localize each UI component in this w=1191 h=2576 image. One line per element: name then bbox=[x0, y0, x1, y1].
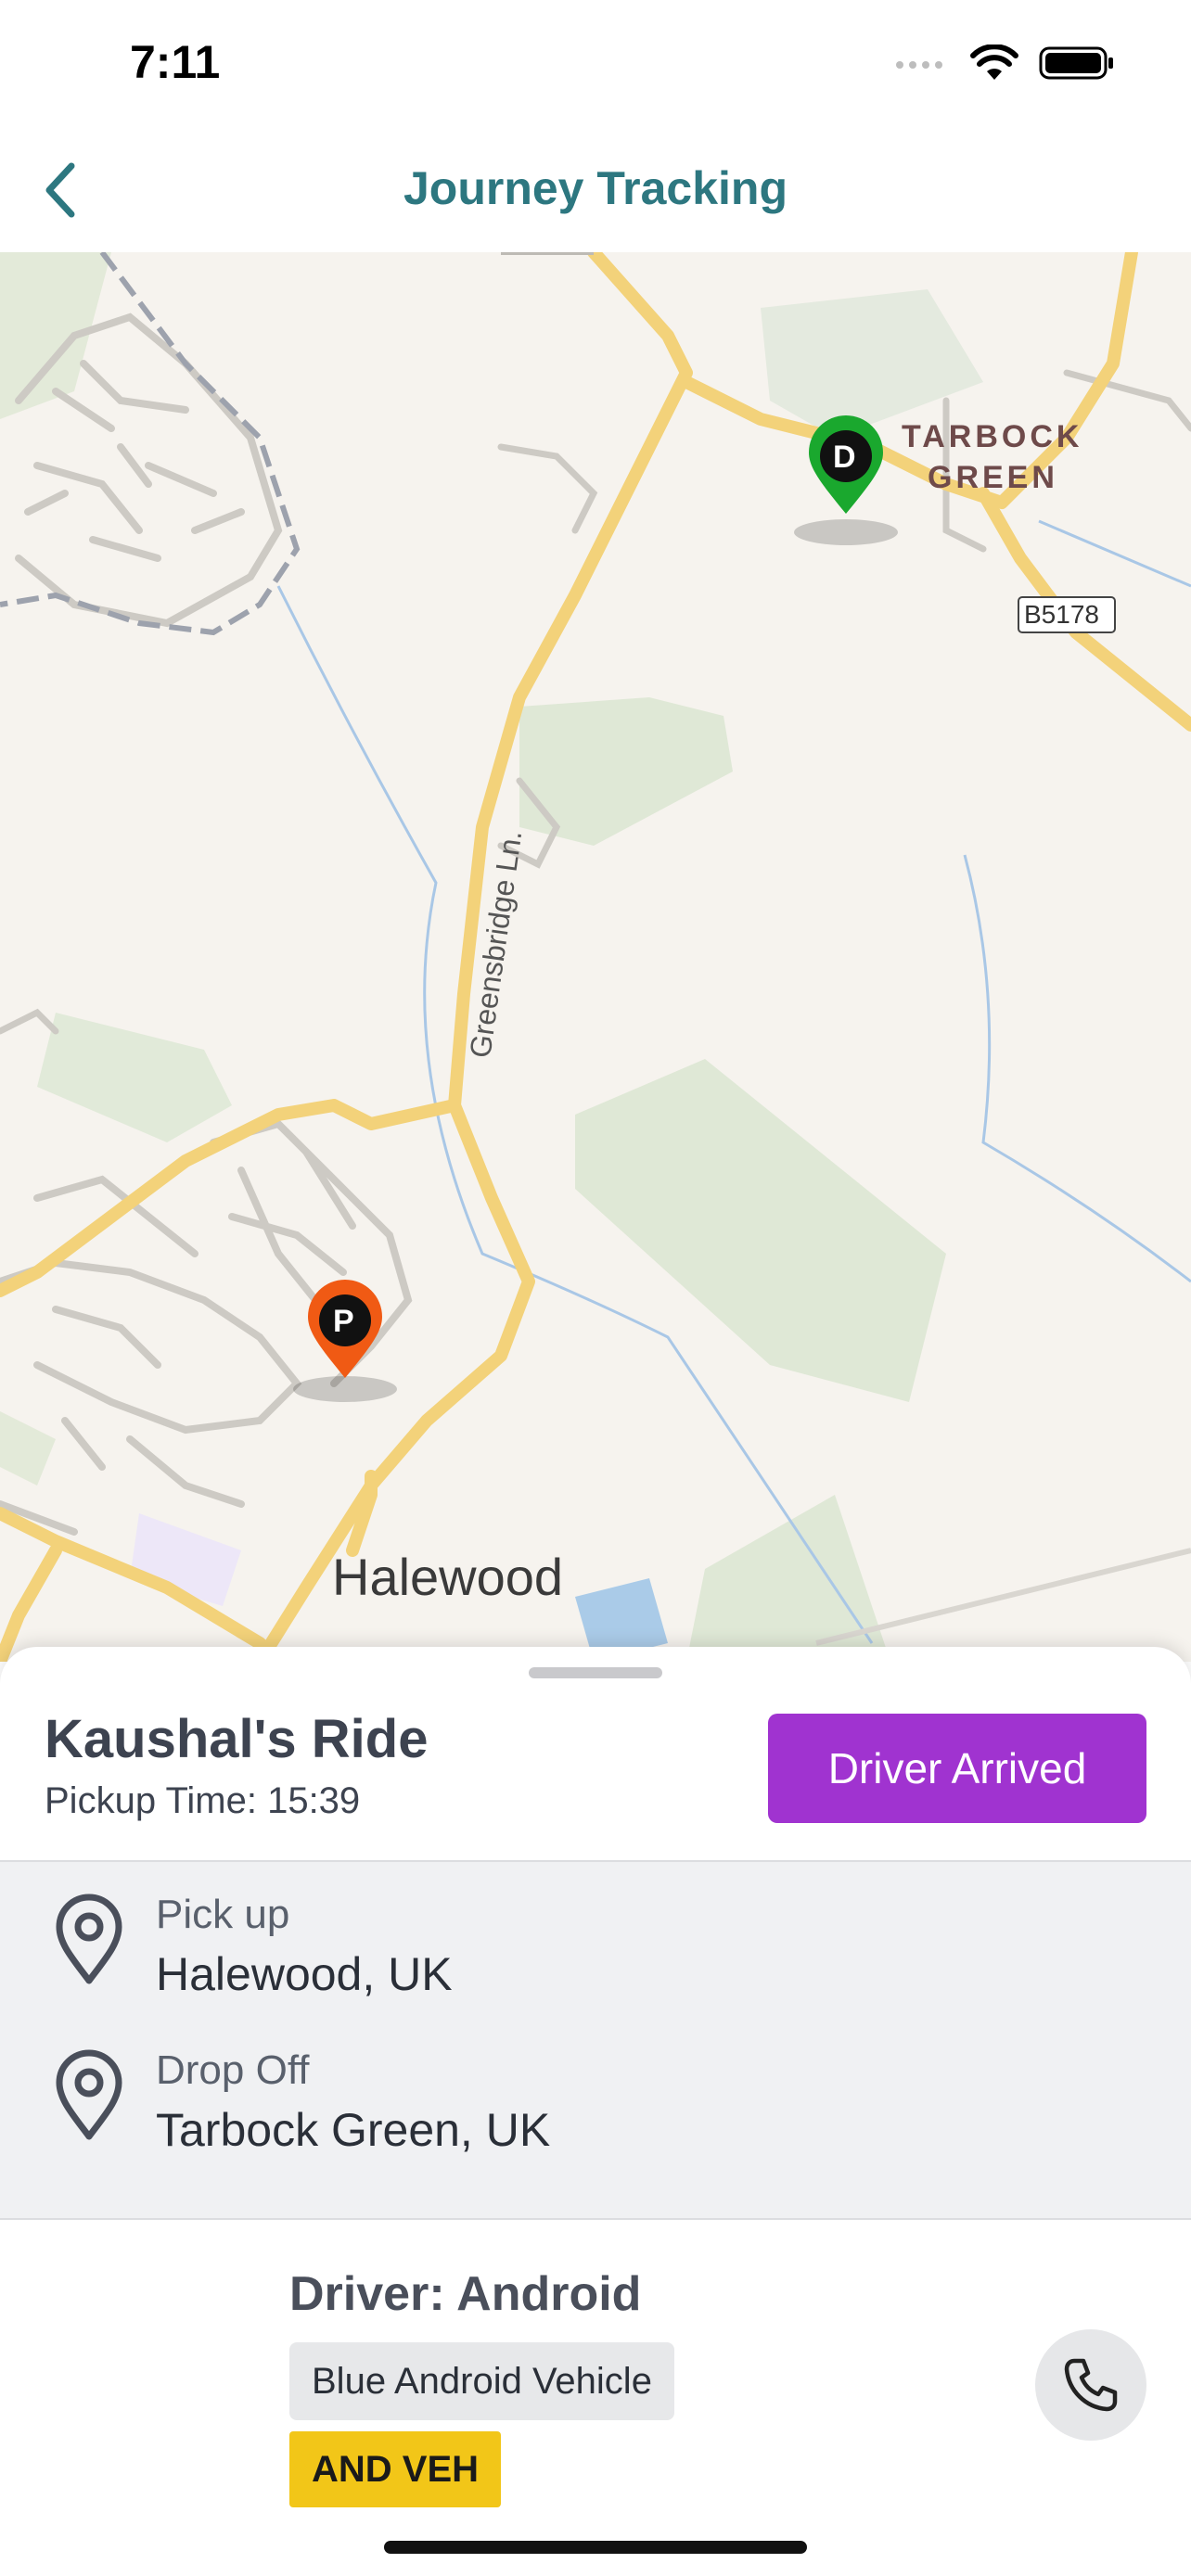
pickup-time: Pickup Time: 15:39 bbox=[45, 1780, 361, 1821]
driver-arrived-button[interactable]: Driver Arrived bbox=[768, 1714, 1146, 1823]
dropoff-marker-letter: D bbox=[833, 440, 856, 475]
ride-title: Kaushal's Ride bbox=[45, 1709, 429, 1769]
map-label-tarbock: TARBOCK bbox=[902, 419, 1082, 454]
dropoff-address-row: Drop Off Tarbock Green, UK bbox=[0, 2027, 1191, 2166]
driver-name: Driver: Android bbox=[289, 2267, 642, 2321]
pickup-label: Pick up bbox=[156, 1892, 290, 1937]
vehicle-chip: Blue Android Vehicle bbox=[289, 2342, 674, 2420]
home-indicator[interactable] bbox=[384, 2541, 807, 2554]
location-pin-icon bbox=[56, 2049, 122, 2140]
status-bar: 7:11 bbox=[0, 0, 1191, 130]
pickup-address-row: Pick up Halewood, UK bbox=[0, 1871, 1191, 2010]
map-canvas: TARBOCK GREEN B5178 Greensbridge Ln. Hal… bbox=[0, 252, 1191, 1662]
status-time: 7:11 bbox=[130, 36, 221, 88]
map-view[interactable]: TARBOCK GREEN B5178 Greensbridge Ln. Hal… bbox=[0, 252, 1191, 1662]
battery-icon bbox=[1039, 46, 1113, 80]
cellular-icon bbox=[896, 61, 942, 69]
town-label: Halewood bbox=[332, 1548, 563, 1606]
page-title: Journey Tracking bbox=[403, 162, 788, 214]
dropoff-label: Drop Off bbox=[156, 2047, 310, 2093]
road-sign: B5178 bbox=[1018, 596, 1116, 633]
wifi-icon bbox=[970, 45, 1018, 80]
location-pin-icon bbox=[56, 1894, 122, 1984]
pickup-marker-letter: P bbox=[333, 1304, 354, 1339]
nav-bar: Journey Tracking bbox=[0, 130, 1191, 252]
status-icons bbox=[894, 45, 1115, 82]
road-sign-label: B5178 bbox=[1024, 600, 1099, 629]
plate-chip: AND VEH bbox=[289, 2431, 502, 2507]
call-driver-button[interactable] bbox=[1035, 2329, 1146, 2441]
ride-details-sheet: Kaushal's Ride Pickup Time: 15:39 Driver… bbox=[0, 1647, 1191, 2576]
sheet-handle[interactable] bbox=[529, 1667, 662, 1678]
pickup-marker[interactable]: P bbox=[293, 1280, 397, 1402]
address-panel: Pick up Halewood, UK Drop Off Tarbock Gr… bbox=[0, 1860, 1191, 2220]
phone-icon bbox=[1064, 2358, 1118, 2412]
dropoff-value: Tarbock Green, UK bbox=[156, 2104, 551, 2156]
pickup-value: Halewood, UK bbox=[156, 1948, 453, 2000]
map-label-green: GREEN bbox=[928, 460, 1058, 495]
